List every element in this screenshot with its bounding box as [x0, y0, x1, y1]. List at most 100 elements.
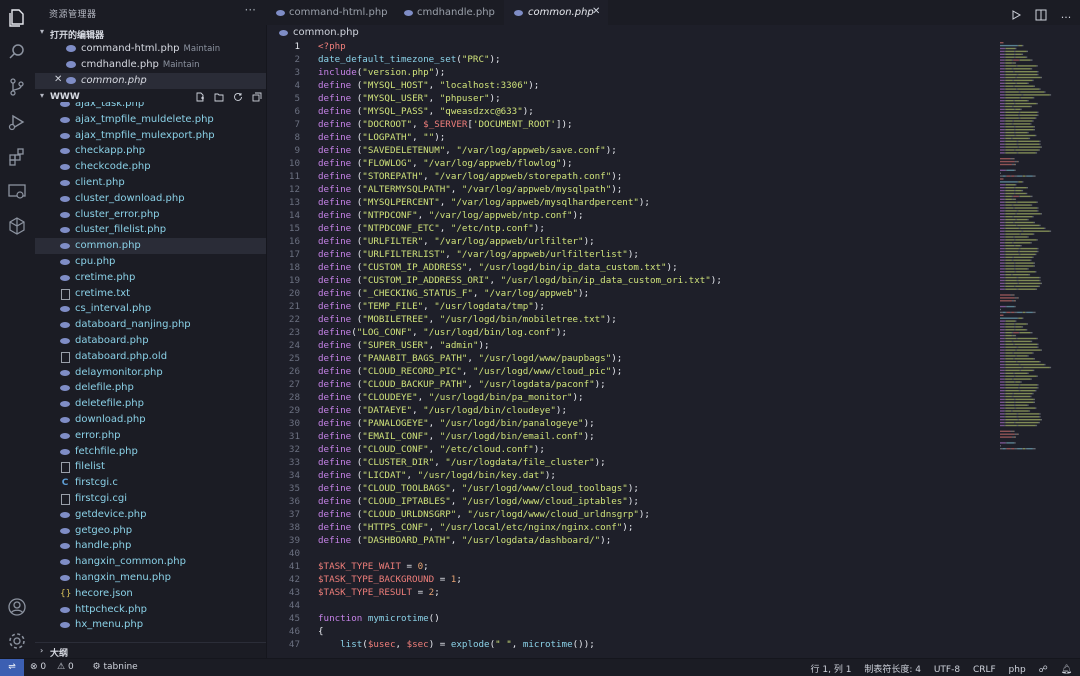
refresh-icon[interactable]: [233, 92, 243, 102]
tab-common[interactable]: common.php ✕: [504, 0, 608, 25]
file-item[interactable]: getgeo.php: [35, 523, 266, 539]
file-item[interactable]: delaymonitor.php: [35, 365, 266, 381]
minimap-line: [1000, 259, 1005, 261]
minimap-line: [1000, 68, 1005, 70]
file-item[interactable]: cretime.txt: [35, 286, 266, 302]
open-editor-item-active[interactable]: ✕ common.php: [35, 73, 266, 89]
file-item[interactable]: cluster_download.php: [35, 191, 266, 207]
encoding[interactable]: UTF-8: [934, 665, 960, 675]
tab-command-html[interactable]: command-html.php: [266, 0, 394, 25]
file-item[interactable]: databoard_nanjing.php: [35, 317, 266, 333]
remote-explorer-icon[interactable]: [7, 182, 27, 202]
minimap-line: [1000, 53, 1005, 55]
tab-cmdhandle[interactable]: cmdhandle.php: [394, 0, 504, 25]
file-item[interactable]: cs_interval.php: [35, 301, 266, 317]
file-item[interactable]: hx_menu.php: [35, 617, 266, 633]
new-folder-icon[interactable]: [214, 92, 224, 102]
file-item[interactable]: cluster_error.php: [35, 207, 266, 223]
tabnine-status[interactable]: ⚙ tabnine: [93, 662, 146, 672]
minimap-line: [1016, 88, 1018, 90]
source-control-icon[interactable]: [7, 77, 27, 97]
account-icon[interactable]: [7, 597, 27, 617]
minimap-line: [1000, 189, 1005, 192]
minimap-line: [1004, 65, 1006, 67]
collapse-all-icon[interactable]: [252, 92, 262, 102]
problems-indicator[interactable]: ⊗ 0 ⚠ 0: [30, 662, 82, 672]
minimap-line: [1005, 76, 1016, 79]
open-editor-item[interactable]: command-html.php Maintain: [35, 41, 266, 57]
minimap-line: [1005, 253, 1019, 256]
file-item[interactable]: ajax_tmpfile_mulexport.php: [35, 128, 266, 144]
extensions-icon[interactable]: [7, 147, 27, 167]
file-item[interactable]: databoard.php.old: [35, 349, 266, 365]
tab-size[interactable]: 制表符长度: 4: [864, 665, 921, 675]
file-item[interactable]: download.php: [35, 412, 266, 428]
code-editor[interactable]: 1 <?php 2 date_default_timezone_set("PRC");…: [266, 40, 996, 658]
file-item[interactable]: hangxin_menu.php: [35, 570, 266, 586]
cursor-position[interactable]: 行 1, 列 1: [811, 665, 852, 675]
run-icon[interactable]: [1010, 9, 1022, 21]
file-item[interactable]: error.php: [35, 428, 266, 444]
minimap-line: [1032, 352, 1034, 354]
remote-icon[interactable]: ⇌: [0, 659, 24, 676]
file-item[interactable]: httpcheck.php: [35, 602, 266, 618]
minimap-line: [1013, 195, 1019, 198]
file-item[interactable]: delefile.php: [35, 380, 266, 396]
minimap-line: [1000, 79, 1005, 82]
open-editor-item[interactable]: cmdhandle.php Maintain: [35, 57, 266, 73]
close-icon[interactable]: ✕: [54, 74, 62, 85]
minimap-line: [1023, 94, 1050, 96]
file-item[interactable]: hangxin_common.php: [35, 554, 266, 570]
file-item[interactable]: handle.php: [35, 538, 266, 554]
ellipsis-icon[interactable]: ···: [1060, 12, 1072, 24]
file-item[interactable]: fetchfile.php: [35, 444, 266, 460]
line-ending[interactable]: CRLF: [973, 665, 996, 675]
close-icon[interactable]: ✕: [592, 6, 600, 17]
file-item[interactable]: deletefile.php: [35, 396, 266, 412]
file-item[interactable]: databoard.php: [35, 333, 266, 349]
settings-gear-icon[interactable]: [7, 631, 27, 651]
minimap-line: [1016, 349, 1041, 351]
cube-icon[interactable]: [7, 216, 27, 236]
run-debug-icon[interactable]: [7, 112, 27, 132]
minimap[interactable]: [996, 40, 1080, 658]
search-icon[interactable]: [7, 42, 27, 62]
minimap-line: [1012, 242, 1014, 244]
new-file-icon[interactable]: [195, 92, 205, 102]
minimap-line: [1016, 140, 1019, 142]
minimap-line: [1000, 85, 1005, 87]
file-item[interactable]: checkapp.php: [35, 143, 266, 159]
file-item[interactable]: client.php: [35, 175, 266, 191]
notifications-icon[interactable]: 🔔︎: [1061, 665, 1072, 675]
minimap-line: [1000, 175, 1003, 177]
ellipsis-icon[interactable]: ···: [245, 3, 256, 17]
file-item[interactable]: cluster_filelist.php: [35, 222, 266, 238]
breadcrumb[interactable]: common.php: [266, 25, 1080, 40]
minimap-line: [1040, 76, 1042, 79]
file-item[interactable]: Cfirstcgi.c: [35, 475, 266, 491]
minimap-line: [1039, 413, 1041, 415]
file-item[interactable]: checkcode.php: [35, 159, 266, 175]
file-item[interactable]: {} hecore.json: [35, 586, 266, 602]
line-number: 6: [294, 106, 300, 117]
minimap-line: [1000, 178, 1004, 180]
language-mode[interactable]: php: [1009, 665, 1026, 675]
file-item[interactable]: cretime.php: [35, 270, 266, 286]
explorer-icon[interactable]: [7, 8, 27, 28]
minimap-line: [1000, 94, 1005, 96]
file-item[interactable]: ajax_tmpfile_muldelete.php: [35, 112, 266, 128]
file-item[interactable]: firstcgi.cgi: [35, 491, 266, 507]
file-item[interactable]: common.php: [35, 238, 266, 255]
feedback-icon[interactable]: ☍: [1039, 665, 1048, 675]
outline-header[interactable]: › 大纲: [35, 642, 266, 659]
split-editor-icon[interactable]: [1035, 9, 1047, 21]
php-file-icon: [60, 243, 70, 250]
file-item[interactable]: getdevice.php: [35, 507, 266, 523]
open-editors-header[interactable]: ▾ 打开的编辑器: [35, 25, 266, 41]
minimap-line: [1004, 210, 1006, 212]
file-item[interactable]: filelist: [35, 459, 266, 475]
file-item[interactable]: ajax_task.php: [35, 102, 266, 112]
minimap-line: [1049, 230, 1052, 232]
file-item[interactable]: cpu.php: [35, 254, 266, 270]
minimap-line: [1033, 265, 1035, 267]
